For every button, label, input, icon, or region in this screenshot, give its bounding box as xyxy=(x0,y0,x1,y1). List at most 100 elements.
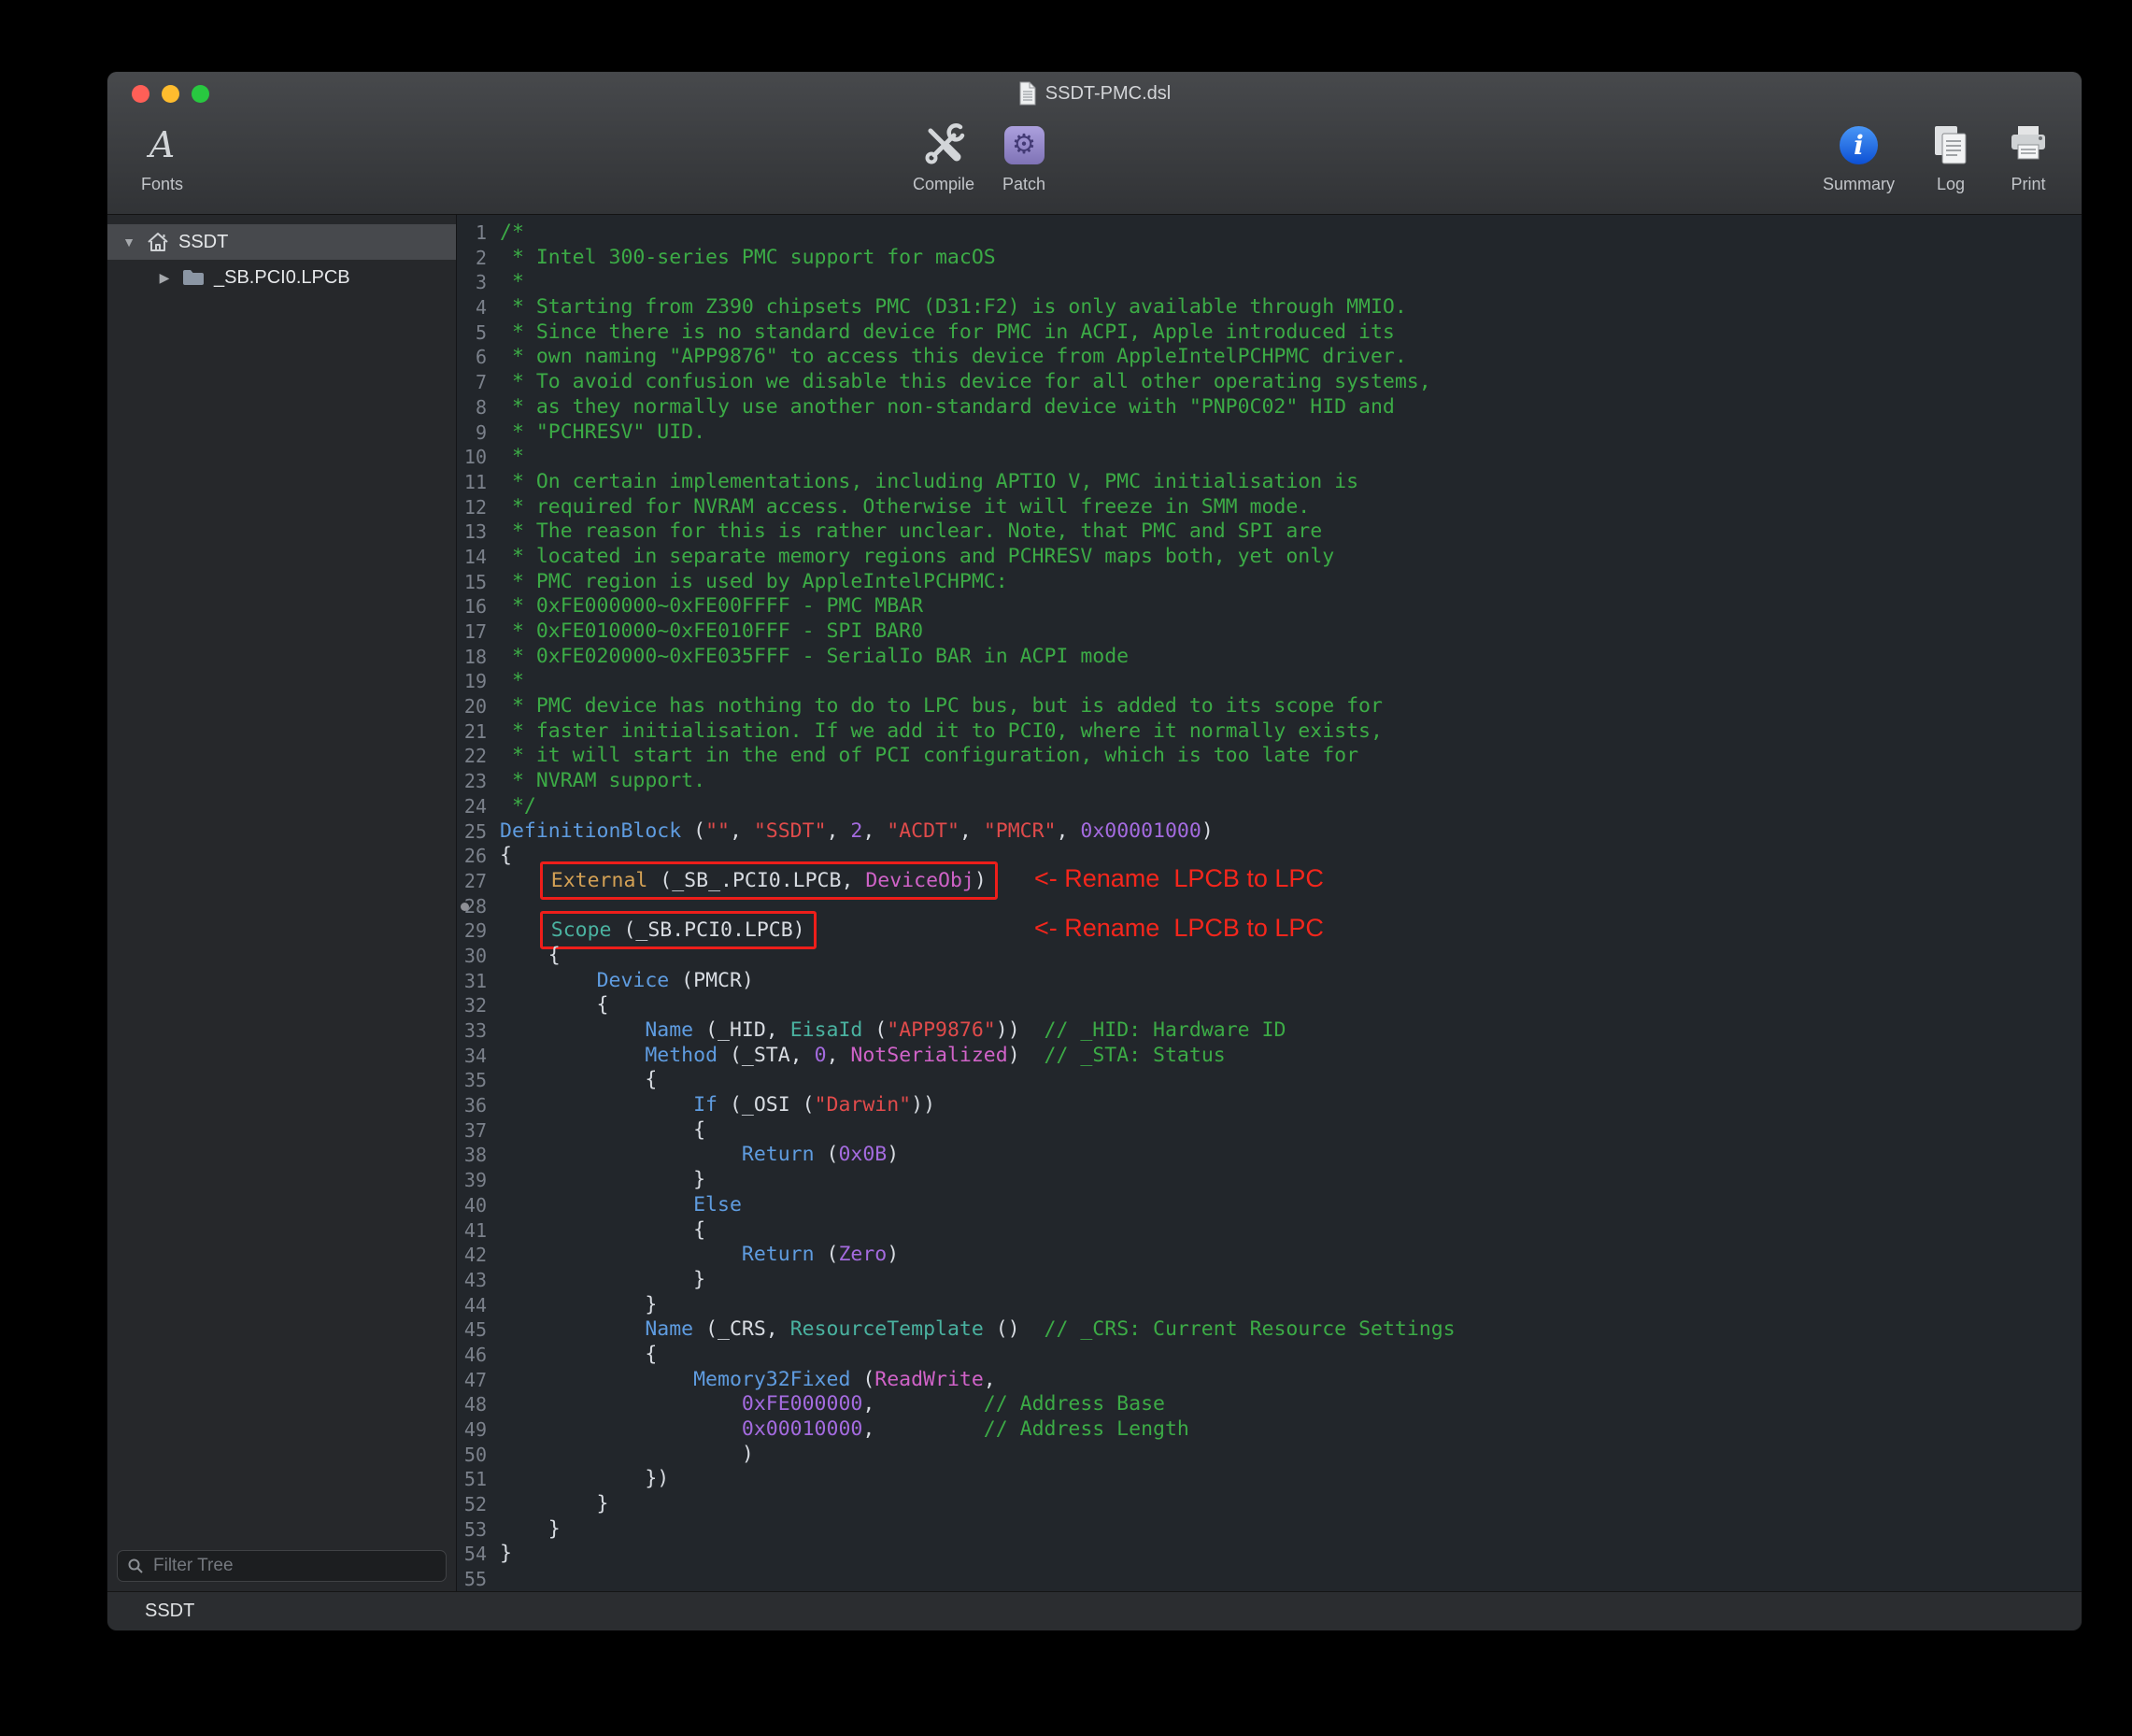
code-line[interactable]: 6 * own naming "APP9876" to access this … xyxy=(457,345,2082,370)
code-token: ) xyxy=(500,1443,754,1466)
close-button[interactable] xyxy=(132,85,149,103)
compile-button[interactable]: Compile xyxy=(913,119,974,194)
code-text: * NVRAM support. xyxy=(500,769,2082,794)
code-token: ) xyxy=(887,1243,899,1266)
code-line[interactable]: 24 */ xyxy=(457,794,2082,819)
code-token: (_STA, xyxy=(718,1044,815,1067)
code-token: "PMCR" xyxy=(984,819,1057,843)
print-button[interactable]: Print xyxy=(2007,119,2050,194)
code-line[interactable]: 43 } xyxy=(457,1268,2082,1293)
line-number: 8 xyxy=(457,395,500,420)
code-line[interactable]: 4 * Starting from Z390 chipsets PMC (D31… xyxy=(457,295,2082,320)
disclosure-closed-icon[interactable]: ▶ xyxy=(156,270,173,286)
code-line[interactable]: 30 { xyxy=(457,944,2082,969)
code-line[interactable]: 49 0x00010000, // Address Length xyxy=(457,1417,2082,1443)
code-line[interactable]: 55 xyxy=(457,1567,2082,1591)
code-token: "" xyxy=(705,819,730,843)
code-text: } xyxy=(500,1517,2082,1543)
code-line[interactable]: 7 * To avoid confusion we disable this d… xyxy=(457,370,2082,395)
line-number: 48 xyxy=(457,1392,500,1417)
code-line[interactable]: 40 Else xyxy=(457,1193,2082,1218)
code-line[interactable]: 14 * located in separate memory regions … xyxy=(457,545,2082,570)
code-token: { xyxy=(500,1218,705,1242)
code-line[interactable]: 25DefinitionBlock ("", "SSDT", 2, "ACDT"… xyxy=(457,819,2082,845)
code-text: } xyxy=(500,1268,2082,1293)
code-line[interactable]: 46 { xyxy=(457,1343,2082,1368)
code-editor[interactable]: 1/*2 * Intel 300-series PMC support for … xyxy=(457,215,2082,1591)
code-line[interactable]: 21 * faster initialisation. If we add it… xyxy=(457,719,2082,745)
code-line[interactable]: 3 * xyxy=(457,270,2082,295)
code-token: * required for NVRAM access. Otherwise i… xyxy=(500,495,1310,519)
code-line[interactable]: 17 * 0xFE010000~0xFE010FFF - SPI BAR0 xyxy=(457,619,2082,645)
code-token: DeviceObj xyxy=(865,869,974,892)
code-line[interactable]: 48 0xFE000000, // Address Base xyxy=(457,1392,2082,1417)
code-line[interactable]: 35 { xyxy=(457,1068,2082,1093)
summary-button[interactable]: i Summary xyxy=(1823,119,1895,194)
code-line[interactable]: 45 Name (_CRS, ResourceTemplate () // _C… xyxy=(457,1317,2082,1343)
code-line[interactable]: 22 * it will start in the end of PCI con… xyxy=(457,744,2082,769)
disclosure-open-icon[interactable]: ▼ xyxy=(121,235,137,249)
code-line[interactable]: 9 * "PCHRESV" UID. xyxy=(457,420,2082,446)
code-token: ResourceTemplate xyxy=(790,1317,984,1341)
code-line[interactable]: 19 * xyxy=(457,669,2082,694)
sidebar-item-sb-pci0-lpcb[interactable]: ▶ _SB.PCI0.LPCB xyxy=(107,260,456,295)
code-line[interactable]: 52 } xyxy=(457,1492,2082,1517)
code-line[interactable]: 10 * xyxy=(457,445,2082,470)
code-line[interactable]: 33 Name (_HID, EisaId ("APP9876")) // _H… xyxy=(457,1018,2082,1044)
code-line[interactable]: 1/* xyxy=(457,221,2082,246)
code-line[interactable]: 36 If (_OSI ("Darwin")) xyxy=(457,1093,2082,1118)
code-line[interactable]: 54} xyxy=(457,1542,2082,1567)
titlebar[interactable]: SSDT-PMC.dsl xyxy=(107,72,2082,115)
code-line[interactable]: 2 * Intel 300-series PMC support for mac… xyxy=(457,246,2082,271)
code-line[interactable]: 8 * as they normally use another non-sta… xyxy=(457,395,2082,420)
fonts-button[interactable]: A Fonts xyxy=(141,119,183,194)
code-line[interactable]: 37 { xyxy=(457,1118,2082,1144)
code-line[interactable]: 13 * The reason for this is rather uncle… xyxy=(457,519,2082,545)
code-token: ) xyxy=(887,1143,899,1166)
code-line[interactable]: 16 * 0xFE000000~0xFE00FFFF - PMC MBAR xyxy=(457,594,2082,619)
code-text: * PMC region is used by AppleIntelPCHPMC… xyxy=(500,570,2082,595)
code-line[interactable]: 12 * required for NVRAM access. Otherwis… xyxy=(457,495,2082,520)
zoom-button[interactable] xyxy=(192,85,209,103)
patch-button[interactable]: ⚙ Patch xyxy=(1002,119,1045,194)
line-number: 40 xyxy=(457,1193,500,1218)
code-line[interactable]: 44 } xyxy=(457,1293,2082,1318)
code-line[interactable]: 38 Return (0x0B) xyxy=(457,1143,2082,1168)
sidebar-item-ssdt[interactable]: ▼ SSDT xyxy=(107,224,456,260)
code-line[interactable]: 41 { xyxy=(457,1218,2082,1244)
code-line[interactable]: 51 }) xyxy=(457,1467,2082,1492)
code-token: * xyxy=(500,669,524,692)
code-token: } xyxy=(500,1168,705,1191)
log-button[interactable]: Log xyxy=(1930,119,1971,194)
code-line[interactable]: 53 } xyxy=(457,1517,2082,1543)
code-line[interactable]: 11 * On certain implementations, includi… xyxy=(457,470,2082,495)
code-line[interactable]: 47 Memory32Fixed (ReadWrite, xyxy=(457,1368,2082,1393)
code-token: ( xyxy=(862,1018,887,1042)
code-line[interactable]: 34 Method (_STA, 0, NotSerialized) // _S… xyxy=(457,1044,2082,1069)
code-line[interactable]: 42 Return (Zero) xyxy=(457,1243,2082,1268)
code-line[interactable]: 32 { xyxy=(457,993,2082,1018)
code-line[interactable]: 23 * NVRAM support. xyxy=(457,769,2082,794)
code-token: { xyxy=(500,1343,657,1366)
code-line[interactable]: 5 * Since there is no standard device fo… xyxy=(457,320,2082,346)
code-token: )) xyxy=(911,1093,935,1117)
filter-tree-input[interactable] xyxy=(151,1555,436,1577)
code-line[interactable]: 50 ) xyxy=(457,1443,2082,1468)
code-line[interactable]: 27 External (_SB_.PCI0.LPCB, DeviceObj)<… xyxy=(457,869,2082,894)
code-text: External (_SB_.PCI0.LPCB, DeviceObj)<- R… xyxy=(500,869,2082,894)
code-line[interactable]: 20 * PMC device has nothing to do to LPC… xyxy=(457,694,2082,719)
traffic-lights xyxy=(132,72,209,115)
minimize-button[interactable] xyxy=(162,85,179,103)
line-number: 53 xyxy=(457,1517,500,1543)
filter-tree-field[interactable] xyxy=(117,1550,447,1582)
code-line[interactable]: 39 } xyxy=(457,1168,2082,1193)
code-line[interactable]: 18 * 0xFE020000~0xFE035FFF - SerialIo BA… xyxy=(457,645,2082,670)
code-token: 0x00001000 xyxy=(1080,819,1201,843)
code-line[interactable]: 29 Scope (_SB.PCI0.LPCB)<- Rename LPCB t… xyxy=(457,918,2082,944)
code-token: (PMCR) xyxy=(669,969,754,992)
code-line[interactable]: 31 Device (PMCR) xyxy=(457,969,2082,994)
code-token xyxy=(500,1018,645,1042)
code-token: Name xyxy=(645,1018,693,1042)
code-line[interactable]: 15 * PMC region is used by AppleIntelPCH… xyxy=(457,570,2082,595)
line-number: 16 xyxy=(457,594,500,619)
